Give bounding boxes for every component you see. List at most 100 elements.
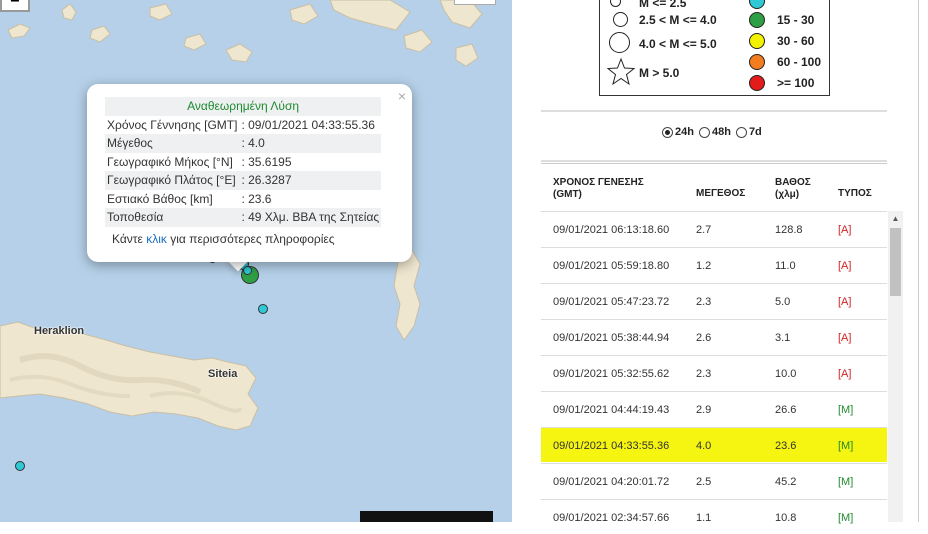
row-magnitude: 2.7 xyxy=(696,224,712,236)
depth-color-dot xyxy=(749,75,765,91)
row-magnitude: 1.1 xyxy=(696,512,712,524)
row-magnitude: 2.9 xyxy=(696,404,712,416)
period-selector: 24h 48h 7d xyxy=(662,126,762,138)
popup-value: : 35.6195 xyxy=(241,154,292,169)
divider xyxy=(541,110,887,112)
row-type: [A] xyxy=(838,296,852,308)
depth-color-dot xyxy=(749,33,765,49)
table-row[interactable]: 09/01/2021 05:38:44.94 2.6 3.1 [A] xyxy=(541,319,887,354)
scrollbar-thumb[interactable] xyxy=(890,228,901,296)
island-karpathos xyxy=(393,249,421,341)
period-label-7d: 7d xyxy=(748,126,762,138)
row-time: 09/01/2021 05:32:55.62 xyxy=(553,368,670,380)
table-row[interactable]: 09/01/2021 05:59:18.80 1.2 11.0 [A] xyxy=(541,247,887,282)
popup-label: Γεωγραφικό Πλάτος [°E] xyxy=(105,171,240,190)
earthquake-marker[interactable] xyxy=(15,461,25,471)
row-depth: 11.0 xyxy=(775,260,796,272)
island-shape xyxy=(61,3,77,21)
row-magnitude: 2.5 xyxy=(696,476,712,488)
period-radio-24h[interactable] xyxy=(662,126,673,138)
legend-depth-3: 60 - 100 xyxy=(777,55,822,69)
popup-details-table: Αναθεωρημένη Λύση Χρόνος Γέννησης [GMT]:… xyxy=(105,97,382,227)
header-time-unit: (GMT) xyxy=(553,189,582,200)
legend-depth-4: >= 100 xyxy=(777,76,815,90)
row-magnitude: 2.3 xyxy=(696,368,712,380)
popup-value: : 09/01/2021 04:33:55.36 xyxy=(241,117,375,132)
legend-depth-1: 15 - 30 xyxy=(777,13,815,27)
table-row-selected[interactable]: 09/01/2021 04:33:55.36 4.0 23.6 [M] xyxy=(541,427,887,462)
row-depth: 128.8 xyxy=(775,224,803,236)
island-shape xyxy=(183,33,207,51)
island-shape xyxy=(403,29,433,53)
row-time: 09/01/2021 05:47:23.72 xyxy=(553,296,670,308)
legend-mag-2: 2.5 < M <= 4.0 xyxy=(639,13,717,27)
table-row[interactable]: 09/01/2021 04:20:01.72 2.5 45.2 [M] xyxy=(541,463,887,498)
island-shape xyxy=(289,3,319,25)
row-time: 09/01/2021 02:34:57.66 xyxy=(553,512,670,524)
row-magnitude: 2.3 xyxy=(696,296,712,308)
city-label-heraklion: Heraklion xyxy=(34,325,85,337)
row-depth: 10.8 xyxy=(775,512,797,524)
earthquake-marker[interactable] xyxy=(243,266,252,275)
row-time: 09/01/2021 04:33:55.36 xyxy=(553,440,670,452)
row-type: [A] xyxy=(838,224,852,236)
island-shape xyxy=(455,43,479,67)
legend-mag-3: 4.0 < M <= 5.0 xyxy=(639,37,717,51)
magnitude-large-icon xyxy=(609,32,630,53)
row-type: [M] xyxy=(838,440,854,452)
row-type: [A] xyxy=(838,260,852,272)
depth-color-dot xyxy=(749,12,765,28)
row-depth: 23.6 xyxy=(775,440,797,452)
table-row[interactable]: 09/01/2021 02:34:57.66 1.1 10.8 [M] xyxy=(541,499,887,534)
city-label-siteia: Siteia xyxy=(208,368,238,380)
more-prefix: Κάντε xyxy=(112,232,147,246)
close-icon[interactable]: × xyxy=(398,88,406,104)
row-type: [A] xyxy=(838,332,852,344)
period-radio-7d[interactable] xyxy=(735,126,747,138)
magnitude-medium-icon xyxy=(613,12,628,27)
legend-mag-4: M > 5.0 xyxy=(639,66,680,80)
popup-label: Μέγεθος xyxy=(105,134,240,153)
row-depth: 5.0 xyxy=(775,296,791,308)
row-type: [A] xyxy=(838,368,852,380)
table-row[interactable]: 09/01/2021 05:32:55.62 2.3 10.0 [A] xyxy=(541,355,887,390)
header-time: ΧΡΟΝΟΣ ΓΕΝΕΣΗΣ xyxy=(553,177,644,188)
table-scrollbar[interactable]: ▲ xyxy=(888,211,903,522)
row-type: [M] xyxy=(838,476,854,488)
popup-title: Αναθεωρημένη Λύση xyxy=(105,97,382,116)
earthquake-marker[interactable] xyxy=(258,304,268,314)
row-depth: 3.1 xyxy=(775,332,791,344)
row-magnitude: 1.2 xyxy=(696,260,712,272)
map-overlay-bar xyxy=(360,511,493,522)
table-row[interactable]: 09/01/2021 04:44:19.43 2.9 26.6 [M] xyxy=(541,391,887,426)
map-control[interactable] xyxy=(454,0,496,5)
row-type: [M] xyxy=(838,404,854,416)
row-type: [M] xyxy=(838,512,854,524)
map-view[interactable]: − Heraklion Siteia × Αναθεωρημένη Λύση Χ… xyxy=(0,0,512,522)
earthquake-popup: × Αναθεωρημένη Λύση Χρόνος Γέννησης [GMT… xyxy=(87,84,412,262)
more-info-link[interactable]: κλικ xyxy=(146,232,167,246)
row-magnitude: 4.0 xyxy=(696,440,712,452)
legend-mag-1: M <= 2.5 xyxy=(639,0,687,10)
period-radio-48h[interactable] xyxy=(698,126,710,138)
zoom-out-button[interactable]: − xyxy=(0,0,30,12)
row-depth: 45.2 xyxy=(775,476,797,488)
popup-value: : 4.0 xyxy=(239,134,382,153)
popup-label: Τοποθεσία xyxy=(105,208,240,227)
row-time: 09/01/2021 04:44:19.43 xyxy=(553,404,670,416)
popup-value: : 23.6 xyxy=(241,191,272,206)
map-legend: M <= 2.5 2.5 < M <= 4.0 4.0 < M <= 5.0 M… xyxy=(599,0,830,96)
header-type: ΤΥΠΟΣ xyxy=(838,188,872,199)
row-depth: 26.6 xyxy=(775,404,797,416)
table-row[interactable]: 09/01/2021 06:13:18.60 2.7 128.8 [A] xyxy=(541,211,887,246)
island-shape xyxy=(329,0,411,31)
scroll-up-icon[interactable]: ▲ xyxy=(888,211,903,227)
divider xyxy=(541,160,887,162)
popup-value: : 49 Χλμ. ΒΒΑ της Σητείας xyxy=(239,208,382,227)
table-row[interactable]: 09/01/2021 05:47:23.72 2.3 5.0 [A] xyxy=(541,283,887,318)
header-depth: ΒΑΘΟΣ xyxy=(775,177,811,188)
row-time: 09/01/2021 06:13:18.60 xyxy=(553,224,670,236)
period-label-48h: 48h xyxy=(711,126,731,138)
popup-label: Χρόνος Γέννησης [GMT] xyxy=(107,117,238,132)
popup-label: Εστιακό Βάθος [km] xyxy=(107,191,213,206)
